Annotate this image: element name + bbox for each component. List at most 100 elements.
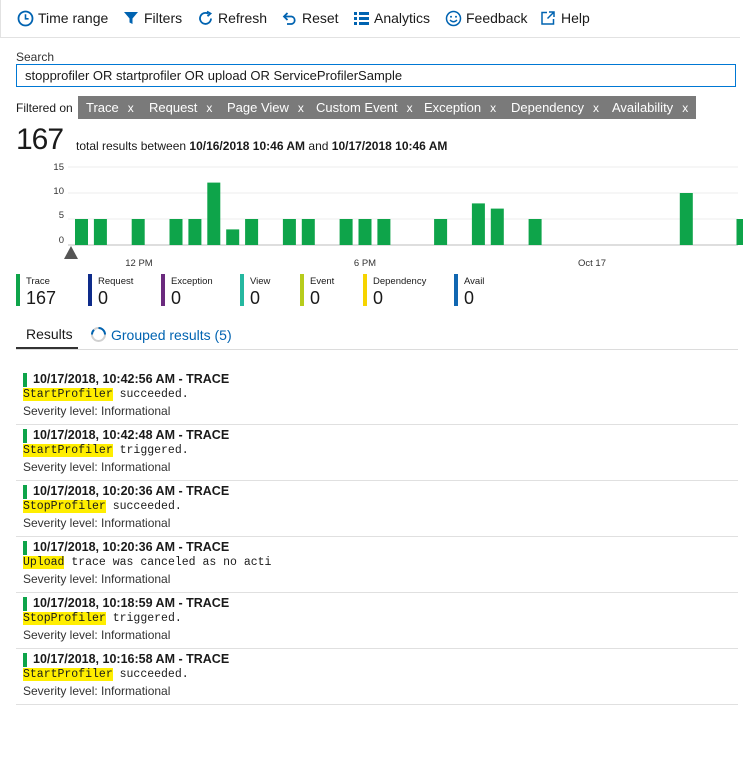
histogram-bar[interactable] [169,219,183,245]
search-highlight: StartProfiler [23,444,113,457]
filter-chip-label: Dependency [511,100,584,115]
undo-icon [280,9,298,27]
result-item[interactable]: 10/17/2018, 10:16:58 AM - TRACE StartPro… [16,649,738,705]
filter-chip-label: Exception [424,100,482,115]
histogram-bar[interactable] [93,219,107,245]
histogram-bar[interactable] [301,219,315,245]
analytics-button[interactable]: Analytics [352,9,430,27]
result-message: StopProfiler succeeded. [23,500,182,513]
filter-chip-availability[interactable]: Availability x [604,96,697,119]
result-message: StartProfiler triggered. [23,444,189,457]
histogram-bar[interactable] [339,219,353,245]
help-button[interactable]: Help [539,9,590,27]
result-item[interactable]: 10/17/2018, 10:42:56 AM - TRACE StartPro… [16,369,738,425]
search-input[interactable] [16,64,736,87]
toolbar: Time range Filters Refresh Reset Analyti… [0,0,740,38]
filter-chip-trace[interactable]: Trace x [78,96,142,119]
analytics-label: Analytics [374,10,431,26]
tab-divider [16,349,738,350]
trace-color-bar [23,373,27,387]
histogram-bar[interactable] [528,219,542,245]
histogram-bar[interactable] [679,193,693,245]
filter-chip-custom-event[interactable]: Custom Event x [308,96,421,119]
y-tick-label: 15 [53,162,64,173]
legend-label: Event [310,276,335,287]
remove-filter-icon[interactable]: x [682,101,688,115]
x-tick-label: 6 PM [354,258,376,269]
filter-chip-label: Availability [612,100,674,115]
time-slider-handle[interactable] [64,246,78,259]
severity-level: Severity level: Informational [23,460,171,474]
message-text: triggered. [105,612,182,625]
result-message: StartProfiler succeeded. [23,668,189,681]
result-item[interactable]: 10/17/2018, 10:20:36 AM - TRACE Upload t… [16,537,738,593]
message-text: succeeded. [112,388,189,401]
time-range-button[interactable]: Time range [16,9,108,27]
histogram-bar[interactable] [226,229,240,245]
result-timestamp: 10/17/2018, 10:20:36 AM - TRACE [33,540,230,554]
message-text: trace was canceled as no acti [64,556,272,569]
histogram-bar[interactable] [245,219,259,245]
legend-label: Exception [171,276,213,287]
result-item[interactable]: 10/17/2018, 10:42:48 AM - TRACE StartPro… [16,425,738,481]
refresh-label: Refresh [218,10,268,26]
histogram-bar[interactable] [207,182,221,245]
legend-color-bar [88,274,92,306]
legend-value: 167 [26,288,57,308]
histogram-bar[interactable] [377,219,391,245]
legend-value: 0 [464,288,475,308]
remove-filter-icon[interactable]: x [407,101,413,115]
feedback-button[interactable]: Feedback [444,9,527,27]
result-timestamp: 10/17/2018, 10:18:59 AM - TRACE [33,596,230,610]
histogram-bar[interactable] [490,208,504,245]
summary-end: 10/17/2018 10:46 AM [331,139,448,153]
result-timestamp: 10/17/2018, 10:16:58 AM - TRACE [33,652,230,666]
y-tick-label: 5 [59,210,64,221]
histogram-bar[interactable] [188,219,202,245]
help-label: Help [561,10,590,26]
histogram-bar[interactable] [358,219,372,245]
trace-color-bar [23,653,27,667]
tab-results[interactable]: Results [26,326,73,342]
result-item[interactable]: 10/17/2018, 10:18:59 AM - TRACE StopProf… [16,593,738,649]
tab-grouped-results[interactable]: Grouped results (5) [90,326,232,343]
message-text: succeeded. [112,668,189,681]
filter-chip-label: Request [149,100,198,115]
legend-value: 0 [171,288,182,308]
legend-color-bar [240,274,244,306]
summary-middle: and [308,139,329,153]
legend-value: 0 [373,288,384,308]
message-text: triggered. [112,444,189,457]
filter-chip-request[interactable]: Request x [141,96,221,119]
trace-color-bar [23,485,27,499]
remove-filter-icon[interactable]: x [490,101,496,115]
trace-color-bar [23,429,27,443]
remove-filter-icon[interactable]: x [128,101,134,115]
result-timestamp: 10/17/2018, 10:20:36 AM - TRACE [33,484,230,498]
loading-spinner-icon [90,326,107,343]
remove-filter-icon[interactable]: x [593,101,599,115]
histogram-bar[interactable] [736,219,743,245]
filters-button[interactable]: Filters [122,9,182,27]
legend-color-bar [161,274,165,306]
histogram-bar[interactable] [131,219,145,245]
remove-filter-icon[interactable]: x [206,101,212,115]
filter-chip-page-view[interactable]: Page View x [219,96,312,119]
filter-chip-dependency[interactable]: Dependency x [503,96,607,119]
result-item[interactable]: 10/17/2018, 10:20:36 AM - TRACE StopProf… [16,481,738,537]
severity-level: Severity level: Informational [23,404,171,418]
histogram-bar[interactable] [434,219,448,245]
search-highlight: Upload [23,556,65,569]
legend-color-bar [363,274,367,306]
filter-icon [122,9,140,27]
search-highlight: StopProfiler [23,612,106,625]
histogram-bar[interactable] [75,219,88,245]
refresh-button[interactable]: Refresh [196,9,267,27]
histogram-bar[interactable] [282,219,296,245]
result-timestamp: 10/17/2018, 10:42:48 AM - TRACE [33,428,230,442]
feedback-label: Feedback [466,10,528,26]
remove-filter-icon[interactable]: x [298,101,304,115]
histogram-bar[interactable] [471,203,485,245]
filter-chip-exception[interactable]: Exception x [416,96,505,119]
reset-button[interactable]: Reset [280,9,339,27]
